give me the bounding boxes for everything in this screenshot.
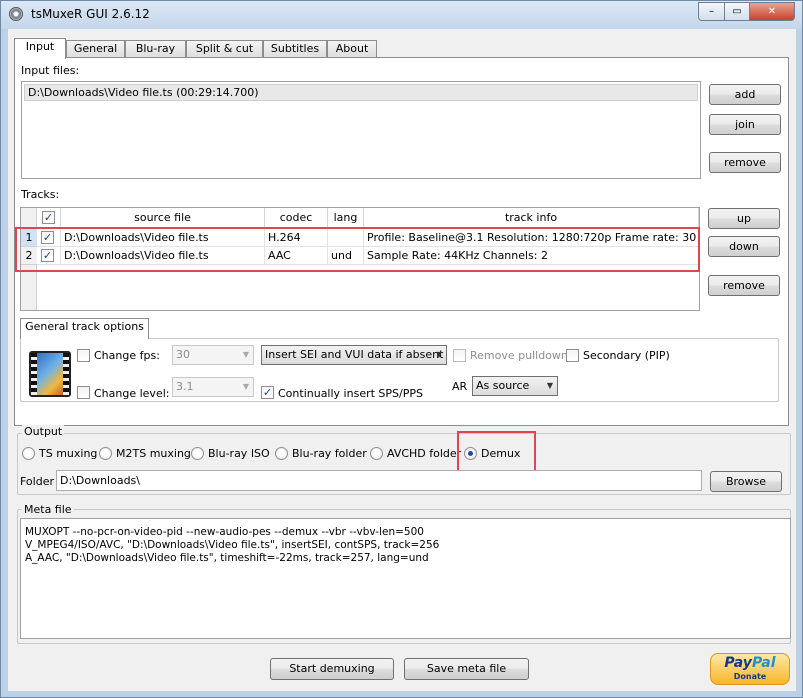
chevron-down-icon: ▼: [242, 350, 249, 359]
paypal-pal-text: Pal: [751, 655, 776, 671]
header-codec[interactable]: codec: [265, 208, 328, 228]
tab-blu-ray[interactable]: Blu-ray: [125, 40, 186, 58]
bluray-iso-label[interactable]: Blu-ray ISO: [208, 447, 270, 460]
tab-general-track-options[interactable]: General track options: [20, 318, 149, 339]
start-demuxing-button[interactable]: Start demuxing: [270, 658, 394, 680]
change-fps-checkbox[interactable]: [77, 349, 90, 362]
client-area: Input General Blu-ray Split & cut Subtit…: [8, 29, 796, 691]
change-level-label: Change level:: [94, 387, 170, 400]
track-remove-button[interactable]: remove: [708, 275, 780, 296]
change-level-checkbox[interactable]: [77, 386, 90, 399]
output-label: Output: [22, 425, 65, 438]
header-checkbox[interactable]: ✓: [42, 211, 55, 224]
avchd-folder-radio[interactable]: [370, 447, 383, 460]
save-meta-file-button[interactable]: Save meta file: [404, 658, 529, 680]
tab-split-cut[interactable]: Split & cut: [186, 40, 263, 58]
paypal-donate-button[interactable]: PayPal Donate: [710, 653, 790, 685]
sps-pps-checkbox[interactable]: ✓: [261, 386, 274, 399]
header-track-info[interactable]: track info: [364, 208, 699, 228]
ar-value: As source: [476, 379, 530, 392]
m2ts-muxing-label[interactable]: M2TS muxing: [116, 447, 191, 460]
input-files-label: Input files:: [21, 64, 80, 77]
join-button[interactable]: join: [709, 114, 781, 135]
change-fps-label: Change fps:: [94, 349, 160, 362]
paypal-pay-text: Pay: [724, 655, 752, 671]
sei-combo[interactable]: Insert SEI and VUI data if absent ▼: [261, 345, 447, 365]
minimize-button[interactable]: –: [698, 2, 725, 21]
track-options-group: Change fps: 30 ▼ Insert SEI and VUI data…: [20, 338, 779, 402]
add-button[interactable]: add: [709, 84, 781, 105]
header-check[interactable]: ✓: [37, 208, 61, 228]
bluray-folder-label[interactable]: Blu-ray folder: [292, 447, 367, 460]
track-up-button[interactable]: up: [708, 208, 780, 229]
remove-pulldown-checkbox[interactable]: [453, 349, 466, 362]
sei-value: Insert SEI and VUI data if absent: [265, 348, 444, 361]
fps-value: 30: [176, 348, 190, 361]
meta-line: A_AAC, "D:\Downloads\Video file.ts", tim…: [25, 552, 429, 564]
tracks-highlight-box: [15, 227, 700, 272]
remove-pulldown-label: Remove pulldown: [470, 349, 568, 362]
tab-about[interactable]: About: [327, 40, 377, 58]
demux-highlight-box: [457, 431, 536, 475]
sps-pps-label: Continually insert SPS/PPS: [278, 387, 423, 400]
browse-button[interactable]: Browse: [710, 471, 782, 492]
bluray-folder-radio[interactable]: [275, 447, 288, 460]
chevron-down-icon: ▼: [435, 350, 442, 359]
title-bar: tsMuxeR GUI 2.6.12 – ▭ ✕: [1, 1, 802, 29]
meta-line: V_MPEG4/ISO/AVC, "D:\Downloads\Video fil…: [25, 539, 440, 551]
header-lang[interactable]: lang: [328, 208, 364, 228]
bluray-iso-radio[interactable]: [191, 447, 204, 460]
m2ts-muxing-radio[interactable]: [99, 447, 112, 460]
app-window: tsMuxeR GUI 2.6.12 – ▭ ✕ Input General B…: [0, 0, 803, 698]
paypal-donate-text: Donate: [733, 672, 767, 681]
level-combo[interactable]: 3.1 ▼: [172, 377, 254, 397]
close-button[interactable]: ✕: [749, 2, 795, 21]
maximize-button[interactable]: ▭: [724, 2, 750, 21]
avchd-folder-label[interactable]: AVCHD folder: [387, 447, 461, 460]
chevron-down-icon: ▼: [546, 381, 553, 390]
header-source-file[interactable]: source file: [61, 208, 265, 228]
remove-file-button[interactable]: remove: [709, 152, 781, 173]
fps-combo[interactable]: 30 ▼: [172, 345, 254, 365]
chevron-down-icon: ▼: [242, 382, 249, 391]
film-icon: [29, 351, 71, 397]
tab-general[interactable]: General: [66, 40, 125, 58]
track-down-button[interactable]: down: [708, 236, 780, 257]
folder-label: Folder: [20, 475, 54, 488]
ts-muxing-radio[interactable]: [22, 447, 35, 460]
tab-subtitles[interactable]: Subtitles: [263, 40, 327, 58]
tracks-label: Tracks:: [21, 188, 60, 201]
secondary-pip-label: Secondary (PIP): [583, 349, 670, 362]
window-title: tsMuxeR GUI 2.6.12: [31, 7, 150, 21]
folder-input[interactable]: D:\Downloads\: [56, 470, 702, 491]
ar-label: AR: [452, 380, 468, 393]
ts-muxing-label[interactable]: TS muxing: [39, 447, 97, 460]
input-files-list[interactable]: D:\Downloads\Video file.ts (00:29:14.700…: [21, 81, 701, 179]
ar-combo[interactable]: As source ▼: [472, 376, 558, 396]
level-value: 3.1: [176, 380, 194, 393]
tab-input[interactable]: Input: [14, 38, 66, 59]
app-icon: [9, 7, 23, 21]
paypal-logo: PayPal: [711, 654, 789, 672]
meta-file-label: Meta file: [22, 503, 74, 516]
secondary-pip-checkbox[interactable]: [566, 349, 579, 362]
meta-line: MUXOPT --no-pcr-on-video-pid --new-audio…: [25, 526, 424, 538]
input-file-item[interactable]: D:\Downloads\Video file.ts (00:29:14.700…: [24, 84, 698, 101]
meta-textarea[interactable]: MUXOPT --no-pcr-on-video-pid --new-audio…: [20, 518, 791, 639]
